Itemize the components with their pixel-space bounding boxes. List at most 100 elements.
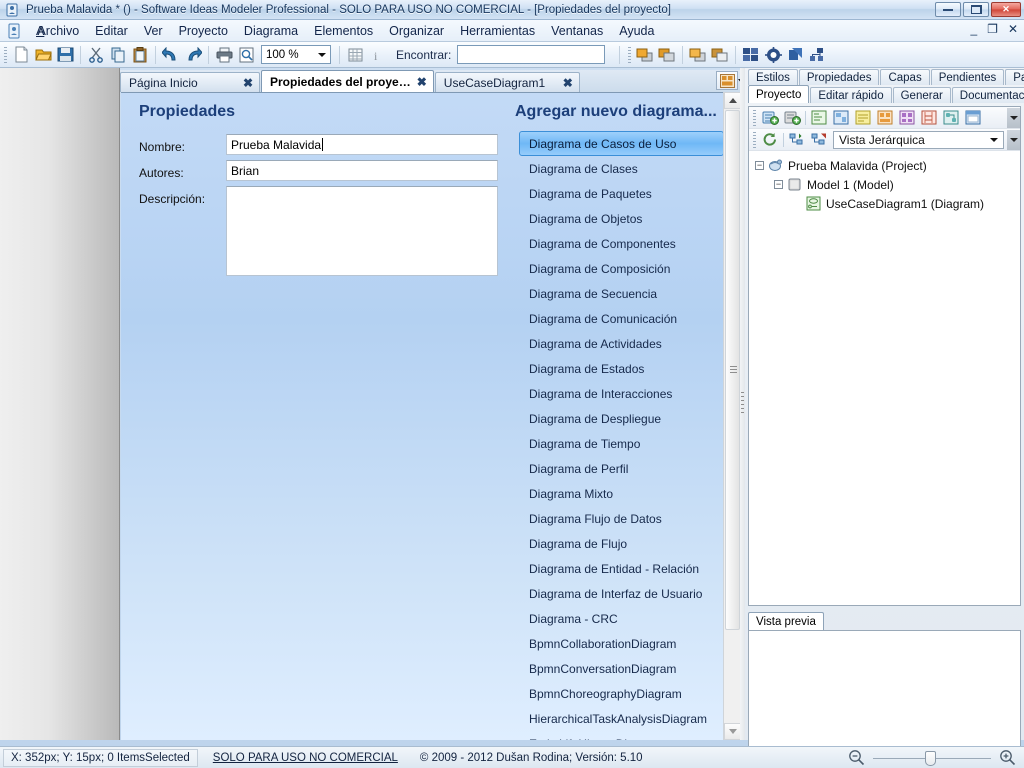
list-item-diagrama-crc[interactable]: Diagrama - CRC (519, 606, 724, 631)
expander-toggle[interactable]: − (774, 180, 783, 189)
tab-usecasediagram1[interactable]: UseCaseDiagram1 ✖ (434, 72, 580, 92)
tab-pagina-inicio[interactable]: Página Inicio ✖ (120, 72, 260, 92)
list-item-diagrama-de-paquetes[interactable]: Diagrama de Paquetes (519, 181, 724, 206)
zoom-out-icon[interactable] (848, 749, 865, 766)
info-icon[interactable]: i (366, 44, 388, 66)
toolbar-grip[interactable] (753, 109, 756, 126)
save-icon[interactable] (54, 44, 76, 66)
undo-icon[interactable] (160, 44, 182, 66)
list-item-diagrama-de-tiempo[interactable]: Diagrama de Tiempo (519, 431, 724, 456)
menu-organizar[interactable]: Organizar (381, 21, 452, 41)
toolbar-grip[interactable] (753, 131, 756, 148)
minimize-button[interactable] (935, 2, 961, 17)
list-item-hierarchicaltaskanalysisdiagram[interactable]: HierarchicalTaskAnalysisDiagram (519, 706, 724, 731)
menu-diagrama[interactable]: Diagrama (236, 21, 306, 41)
collapse-tree-icon[interactable] (810, 131, 828, 149)
class-diagram-icon[interactable] (810, 109, 828, 127)
mdi-restore-button[interactable]: ❐ (987, 22, 998, 36)
tab-close-icon[interactable]: ✖ (563, 77, 573, 89)
state-diagram-icon[interactable] (942, 109, 960, 127)
paste-icon[interactable] (129, 44, 151, 66)
toolbar-overflow-button[interactable] (1007, 107, 1020, 128)
add-model-icon[interactable] (783, 109, 801, 127)
list-item-bpmnchoreographydiagram[interactable]: BpmnChoreographyDiagram (519, 681, 724, 706)
menu-herramientas[interactable]: Herramientas (452, 21, 543, 41)
toolbar-grip[interactable] (628, 46, 632, 63)
list-item-entitylifehistorydiagram[interactable]: EntityLifeHistoryDiagram (519, 731, 724, 741)
list-item-diagrama-de-objetos[interactable]: Diagrama de Objetos (519, 206, 724, 231)
menu-editar[interactable]: Editar (87, 21, 136, 41)
list-item-diagrama-de-interfaz-de-usuario[interactable]: Diagrama de Interfaz de Usuario (519, 581, 724, 606)
refresh-icon[interactable] (761, 131, 779, 149)
layers-icon[interactable] (740, 44, 762, 66)
list-item-diagrama-de-clases[interactable]: Diagrama de Clases (519, 156, 724, 181)
zoom-slider[interactable] (873, 750, 991, 766)
redo-icon[interactable] (182, 44, 204, 66)
tab-capas[interactable]: Capas (880, 69, 930, 85)
print-icon[interactable] (213, 44, 235, 66)
tab-documentacion[interactable]: Documentación (951, 87, 1024, 103)
window-diagram-icon[interactable] (964, 109, 982, 127)
list-item-diagrama-de-despliegue[interactable]: Diagrama de Despliegue (519, 406, 724, 431)
object-diagram-icon[interactable] (876, 109, 894, 127)
component-diagram-icon[interactable] (898, 109, 916, 127)
list-item-diagrama-flujo-de-datos[interactable]: Diagrama Flujo de Datos (519, 506, 724, 531)
menu-elementos[interactable]: Elementos (306, 21, 381, 41)
tab-close-icon[interactable]: ✖ (417, 76, 427, 88)
expand-tree-icon[interactable] (788, 131, 806, 149)
autores-input[interactable]: Brian (226, 160, 498, 181)
descripcion-textarea[interactable] (226, 186, 498, 276)
status-license-link[interactable]: SOLO PARA USO NO COMERCIAL (213, 752, 398, 764)
list-item-diagrama-de-comunicacion[interactable]: Diagrama de Comunicación (519, 306, 724, 331)
mdi-minimize-button[interactable]: _ (970, 22, 977, 36)
new-document-icon[interactable] (10, 44, 32, 66)
nombre-input[interactable]: Prueba Malavida (226, 134, 498, 155)
scroll-down-button[interactable] (724, 723, 741, 740)
find-input[interactable] (457, 45, 606, 64)
open-folder-icon[interactable] (32, 44, 54, 66)
mdi-close-button[interactable]: ✕ (1008, 22, 1018, 36)
bring-forward-icon[interactable] (687, 44, 709, 66)
copy-icon[interactable] (107, 44, 129, 66)
list-item-diagrama-de-composicion[interactable]: Diagrama de Composición (519, 256, 724, 281)
list-item-diagrama-de-perfil[interactable]: Diagrama de Perfil (519, 456, 724, 481)
settings-gear-icon[interactable] (762, 44, 784, 66)
list-item-diagrama-de-interacciones[interactable]: Diagrama de Interacciones (519, 381, 724, 406)
tab-estilos[interactable]: Estilos (748, 69, 798, 85)
list-item-diagrama-de-flujo[interactable]: Diagrama de Flujo (519, 531, 724, 556)
list-item-diagrama-de-actividades[interactable]: Diagrama de Actividades (519, 331, 724, 356)
new-diagram-list[interactable]: Diagrama de Casos de Uso Diagrama de Cla… (519, 131, 724, 740)
menu-ayuda[interactable]: Ayuda (611, 21, 662, 41)
zoom-level-combo[interactable]: 100 % (261, 45, 331, 64)
tab-propiedades-del-proyecto[interactable]: Propiedades del proye… ✖ (261, 70, 434, 92)
style-icon[interactable] (784, 44, 806, 66)
tab-parser[interactable]: Parser (1005, 69, 1024, 85)
list-item-diagrama-de-estados[interactable]: Diagrama de Estados (519, 356, 724, 381)
close-button[interactable]: ✕ (991, 2, 1021, 17)
list-item-diagrama-de-componentes[interactable]: Diagrama de Componentes (519, 231, 724, 256)
elements-icon[interactable] (806, 44, 828, 66)
tab-layout-icon[interactable] (716, 71, 746, 90)
view-mode-combo[interactable]: Vista Jerárquica (833, 130, 1004, 149)
toolbar-overflow-button-2[interactable] (1007, 129, 1020, 150)
list-item-diagrama-de-secuencia[interactable]: Diagrama de Secuencia (519, 281, 724, 306)
send-backward-icon[interactable] (709, 44, 731, 66)
scrollbar-thumb[interactable] (725, 110, 740, 630)
list-item-diagrama-mixto[interactable]: Diagrama Mixto (519, 481, 724, 506)
toolbar-grip[interactable] (4, 46, 7, 63)
tab-vista-previa[interactable]: Vista previa (748, 612, 824, 630)
bring-to-front-icon[interactable] (634, 44, 656, 66)
grid-icon[interactable] (344, 44, 366, 66)
zoom-in-icon[interactable] (999, 749, 1016, 766)
tree-node-project[interactable]: − Prueba Malavida (Project) (755, 156, 1020, 175)
sequence-diagram-icon[interactable] (920, 109, 938, 127)
status-license[interactable]: SOLO PARA USO NO COMERCIAL (206, 749, 405, 767)
tab-propiedades[interactable]: Propiedades (798, 69, 880, 85)
print-preview-icon[interactable] (235, 44, 257, 66)
tab-proyecto[interactable]: Proyecto (748, 85, 810, 103)
zoom-slider-thumb[interactable] (925, 750, 936, 766)
tab-editar-rapido[interactable]: Editar rápido (810, 87, 892, 103)
menu-archivo[interactable]: AArchivo (28, 21, 87, 41)
tree-node-usecasediagram1[interactable]: UseCaseDiagram1 (Diagram) (755, 194, 1020, 213)
list-item-diagrama-de-entidad-relacion[interactable]: Diagrama de Entidad - Relación (519, 556, 724, 581)
